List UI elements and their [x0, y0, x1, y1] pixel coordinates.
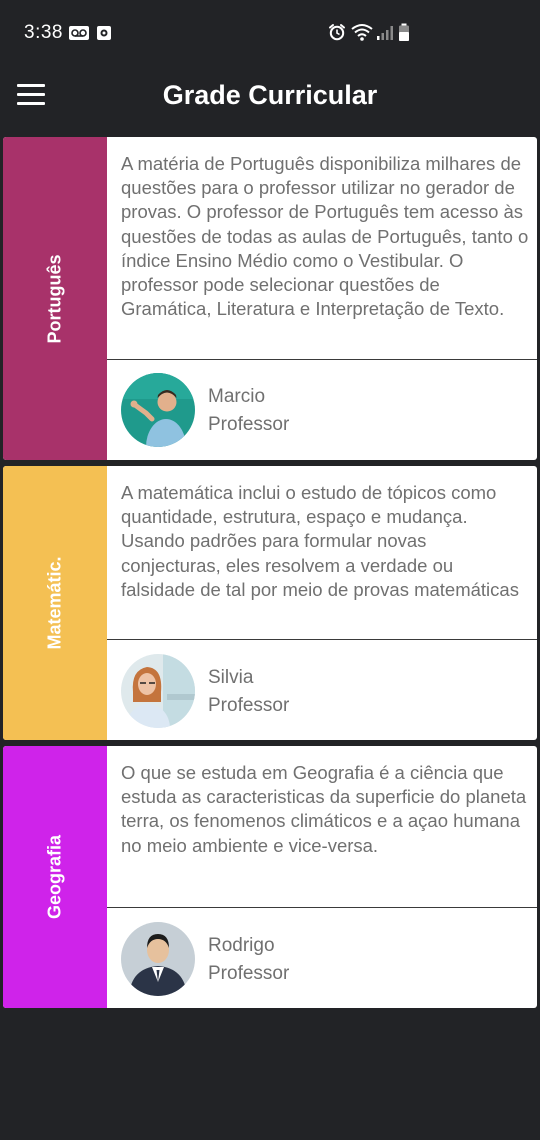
subject-card-matematica[interactable]: Matemátic. A matemática inclui o estudo …	[3, 466, 537, 740]
teacher-name: Rodrigo	[208, 935, 275, 956]
app-notification-icon	[97, 26, 111, 40]
subject-color-stripe: Geografia	[3, 746, 107, 1008]
subject-name: Geografia	[44, 834, 65, 920]
teacher-name: Marcio	[208, 386, 266, 407]
subject-name: Matemátic.	[44, 556, 65, 650]
card-divider	[107, 359, 537, 360]
subject-color-stripe: Matemátic.	[3, 466, 107, 740]
card-divider	[107, 907, 537, 908]
subject-name: Português	[44, 253, 65, 344]
page-title: Grade Curricular	[162, 80, 378, 110]
status-bar: 3:38	[0, 0, 540, 64]
teacher-avatar	[121, 373, 195, 447]
teacher-avatar	[121, 922, 195, 996]
teacher-avatar	[121, 654, 195, 728]
app-bar: Grade Curricular	[0, 64, 540, 130]
voicemail-notification-icon	[69, 26, 89, 40]
alarm-icon	[329, 24, 345, 41]
card-divider	[107, 639, 537, 640]
battery-icon	[399, 23, 409, 41]
subject-description: A matéria de Português disponibiliza mil…	[121, 153, 529, 320]
teacher-role: Professor	[208, 414, 290, 435]
subject-card-geografia[interactable]: Geografia O que se estuda em Geografia é…	[3, 746, 537, 1008]
status-time: 3:38	[24, 22, 63, 43]
wifi-icon	[351, 24, 373, 41]
signal-icon	[377, 26, 393, 40]
teacher-name: Silvia	[208, 667, 254, 688]
subject-description: O que se estuda em Geografia é a ciência…	[121, 762, 527, 856]
subject-description: A matemática inclui o estudo de tópicos …	[121, 482, 519, 600]
teacher-role: Professor	[208, 695, 290, 716]
teacher-role: Professor	[208, 963, 290, 984]
subject-color-stripe: Português	[3, 137, 107, 460]
subject-card-portugues[interactable]: Português A matéria de Português disponi…	[3, 137, 537, 460]
